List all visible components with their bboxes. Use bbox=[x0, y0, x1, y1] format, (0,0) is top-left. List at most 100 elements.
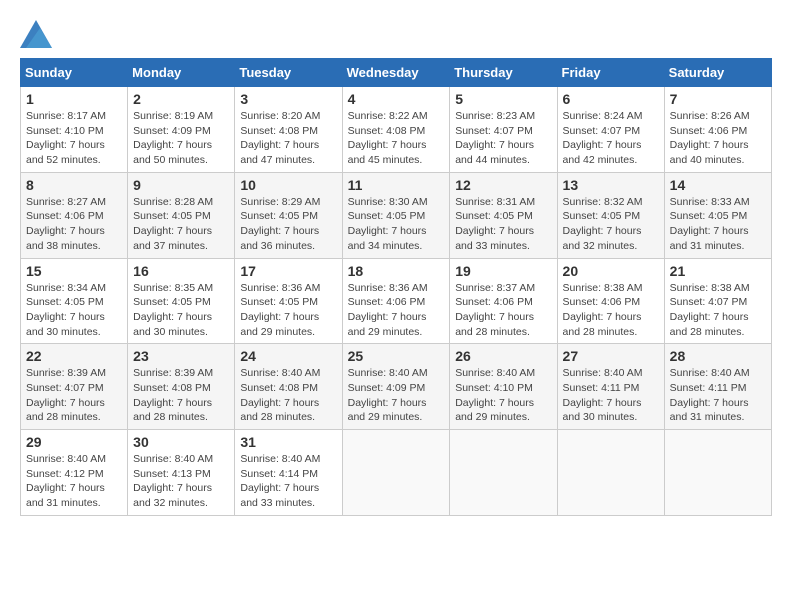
day-number: 9 bbox=[133, 177, 229, 193]
calendar-cell: 28 Sunrise: 8:40 AMSunset: 4:11 PMDayligh… bbox=[664, 344, 771, 430]
day-info: Sunrise: 8:35 AMSunset: 4:05 PMDaylight:… bbox=[133, 281, 229, 340]
day-info: Sunrise: 8:40 AMSunset: 4:11 PMDaylight:… bbox=[670, 366, 766, 425]
calendar-cell: 12Sunrise: 8:31 AMSunset: 4:05 PMDayligh… bbox=[450, 172, 557, 258]
header-thursday: Thursday bbox=[450, 59, 557, 87]
calendar-cell bbox=[664, 430, 771, 516]
day-info: Sunrise: 8:36 AMSunset: 4:06 PMDaylight:… bbox=[348, 281, 445, 340]
calendar-cell: 14 Sunrise: 8:33 AMSunset: 4:05 PMDayligh… bbox=[664, 172, 771, 258]
day-info: Sunrise: 8:40 AMSunset: 4:13 PMDaylight:… bbox=[133, 452, 229, 511]
calendar-cell: 3 Sunrise: 8:20 AMSunset: 4:08 PMDaylight… bbox=[235, 87, 342, 173]
day-info: Sunrise: 8:39 AMSunset: 4:07 PMDaylight:… bbox=[26, 366, 122, 425]
calendar-cell: 29 Sunrise: 8:40 AMSunset: 4:12 PMDayligh… bbox=[21, 430, 128, 516]
day-number: 19 bbox=[455, 263, 551, 279]
day-info: Sunrise: 8:24 AMSunset: 4:07 PMDaylight:… bbox=[563, 109, 659, 168]
calendar-cell: 17 Sunrise: 8:36 AMSunset: 4:05 PMDayligh… bbox=[235, 258, 342, 344]
header-monday: Monday bbox=[128, 59, 235, 87]
header-saturday: Saturday bbox=[664, 59, 771, 87]
day-number: 11 bbox=[348, 177, 445, 193]
day-info: Sunrise: 8:40 AMSunset: 4:14 PMDaylight:… bbox=[240, 452, 336, 511]
day-info: Sunrise: 8:34 AMSunset: 4:05 PMDaylight:… bbox=[26, 281, 122, 340]
calendar-cell: 30 Sunrise: 8:40 AMSunset: 4:13 PMDayligh… bbox=[128, 430, 235, 516]
day-info: Sunrise: 8:40 AMSunset: 4:08 PMDaylight:… bbox=[240, 366, 336, 425]
logo bbox=[20, 20, 56, 48]
day-info: Sunrise: 8:40 AMSunset: 4:11 PMDaylight:… bbox=[563, 366, 659, 425]
header-sunday: Sunday bbox=[21, 59, 128, 87]
day-number: 6 bbox=[563, 91, 659, 107]
day-number: 17 bbox=[240, 263, 336, 279]
calendar-week-4: 22 Sunrise: 8:39 AMSunset: 4:07 PMDayligh… bbox=[21, 344, 772, 430]
calendar-cell: 8 Sunrise: 8:27 AMSunset: 4:06 PMDaylight… bbox=[21, 172, 128, 258]
day-number: 24 bbox=[240, 348, 336, 364]
calendar-cell: 19 Sunrise: 8:37 AMSunset: 4:06 PMDayligh… bbox=[450, 258, 557, 344]
day-number: 18 bbox=[348, 263, 445, 279]
day-number: 5 bbox=[455, 91, 551, 107]
day-number: 26 bbox=[455, 348, 551, 364]
day-number: 3 bbox=[240, 91, 336, 107]
day-info: Sunrise: 8:17 AMSunset: 4:10 PMDaylight:… bbox=[26, 109, 122, 168]
calendar-cell: 10Sunrise: 8:29 AMSunset: 4:05 PMDayligh… bbox=[235, 172, 342, 258]
day-number: 15 bbox=[26, 263, 122, 279]
day-info: Sunrise: 8:23 AMSunset: 4:07 PMDaylight:… bbox=[455, 109, 551, 168]
day-info: Sunrise: 8:40 AMSunset: 4:10 PMDaylight:… bbox=[455, 366, 551, 425]
day-number: 28 bbox=[670, 348, 766, 364]
day-info: Sunrise: 8:39 AMSunset: 4:08 PMDaylight:… bbox=[133, 366, 229, 425]
day-number: 8 bbox=[26, 177, 122, 193]
day-info: Sunrise: 8:27 AMSunset: 4:06 PMDaylight:… bbox=[26, 195, 122, 254]
day-number: 4 bbox=[348, 91, 445, 107]
calendar-cell: 15 Sunrise: 8:34 AMSunset: 4:05 PMDayligh… bbox=[21, 258, 128, 344]
calendar-cell: 27 Sunrise: 8:40 AMSunset: 4:11 PMDayligh… bbox=[557, 344, 664, 430]
header-tuesday: Tuesday bbox=[235, 59, 342, 87]
calendar-cell: 11 Sunrise: 8:30 AMSunset: 4:05 PMDayligh… bbox=[342, 172, 450, 258]
page-header bbox=[20, 20, 772, 48]
day-info: Sunrise: 8:33 AMSunset: 4:05 PMDaylight:… bbox=[670, 195, 766, 254]
calendar-cell: 20 Sunrise: 8:38 AMSunset: 4:06 PMDayligh… bbox=[557, 258, 664, 344]
day-info: Sunrise: 8:26 AMSunset: 4:06 PMDaylight:… bbox=[670, 109, 766, 168]
calendar-cell: 16 Sunrise: 8:35 AMSunset: 4:05 PMDayligh… bbox=[128, 258, 235, 344]
day-info: Sunrise: 8:19 AMSunset: 4:09 PMDaylight:… bbox=[133, 109, 229, 168]
day-info: Sunrise: 8:20 AMSunset: 4:08 PMDaylight:… bbox=[240, 109, 336, 168]
calendar-cell: 13 Sunrise: 8:32 AMSunset: 4:05 PMDayligh… bbox=[557, 172, 664, 258]
day-info: Sunrise: 8:31 AMSunset: 4:05 PMDaylight:… bbox=[455, 195, 551, 254]
calendar-cell: 7Sunrise: 8:26 AMSunset: 4:06 PMDaylight… bbox=[664, 87, 771, 173]
day-number: 30 bbox=[133, 434, 229, 450]
header-friday: Friday bbox=[557, 59, 664, 87]
day-number: 29 bbox=[26, 434, 122, 450]
calendar-cell: 21 Sunrise: 8:38 AMSunset: 4:07 PMDayligh… bbox=[664, 258, 771, 344]
day-info: Sunrise: 8:40 AMSunset: 4:09 PMDaylight:… bbox=[348, 366, 445, 425]
calendar-cell bbox=[342, 430, 450, 516]
logo-icon bbox=[20, 20, 52, 48]
calendar-cell: 5 Sunrise: 8:23 AMSunset: 4:07 PMDaylight… bbox=[450, 87, 557, 173]
day-info: Sunrise: 8:32 AMSunset: 4:05 PMDaylight:… bbox=[563, 195, 659, 254]
day-info: Sunrise: 8:37 AMSunset: 4:06 PMDaylight:… bbox=[455, 281, 551, 340]
day-info: Sunrise: 8:30 AMSunset: 4:05 PMDaylight:… bbox=[348, 195, 445, 254]
day-info: Sunrise: 8:22 AMSunset: 4:08 PMDaylight:… bbox=[348, 109, 445, 168]
day-number: 2 bbox=[133, 91, 229, 107]
day-number: 1 bbox=[26, 91, 122, 107]
day-number: 16 bbox=[133, 263, 229, 279]
calendar-week-1: 1 Sunrise: 8:17 AMSunset: 4:10 PMDaylight… bbox=[21, 87, 772, 173]
calendar-cell: 22 Sunrise: 8:39 AMSunset: 4:07 PMDayligh… bbox=[21, 344, 128, 430]
calendar-cell: 31 Sunrise: 8:40 AMSunset: 4:14 PMDayligh… bbox=[235, 430, 342, 516]
day-number: 14 bbox=[670, 177, 766, 193]
calendar-week-5: 29 Sunrise: 8:40 AMSunset: 4:12 PMDayligh… bbox=[21, 430, 772, 516]
calendar-cell bbox=[557, 430, 664, 516]
day-info: Sunrise: 8:38 AMSunset: 4:07 PMDaylight:… bbox=[670, 281, 766, 340]
day-info: Sunrise: 8:29 AMSunset: 4:05 PMDaylight:… bbox=[240, 195, 336, 254]
calendar-cell: 1 Sunrise: 8:17 AMSunset: 4:10 PMDaylight… bbox=[21, 87, 128, 173]
day-info: Sunrise: 8:36 AMSunset: 4:05 PMDaylight:… bbox=[240, 281, 336, 340]
calendar-week-2: 8 Sunrise: 8:27 AMSunset: 4:06 PMDaylight… bbox=[21, 172, 772, 258]
day-number: 20 bbox=[563, 263, 659, 279]
calendar-cell: 18 Sunrise: 8:36 AMSunset: 4:06 PMDayligh… bbox=[342, 258, 450, 344]
day-number: 23 bbox=[133, 348, 229, 364]
day-info: Sunrise: 8:38 AMSunset: 4:06 PMDaylight:… bbox=[563, 281, 659, 340]
day-info: Sunrise: 8:28 AMSunset: 4:05 PMDaylight:… bbox=[133, 195, 229, 254]
day-number: 31 bbox=[240, 434, 336, 450]
calendar-cell: 2 Sunrise: 8:19 AMSunset: 4:09 PMDaylight… bbox=[128, 87, 235, 173]
day-number: 27 bbox=[563, 348, 659, 364]
day-number: 22 bbox=[26, 348, 122, 364]
day-number: 21 bbox=[670, 263, 766, 279]
day-number: 13 bbox=[563, 177, 659, 193]
calendar-table: SundayMondayTuesdayWednesdayThursdayFrid… bbox=[20, 58, 772, 516]
day-info: Sunrise: 8:40 AMSunset: 4:12 PMDaylight:… bbox=[26, 452, 122, 511]
calendar-cell: 23 Sunrise: 8:39 AMSunset: 4:08 PMDayligh… bbox=[128, 344, 235, 430]
